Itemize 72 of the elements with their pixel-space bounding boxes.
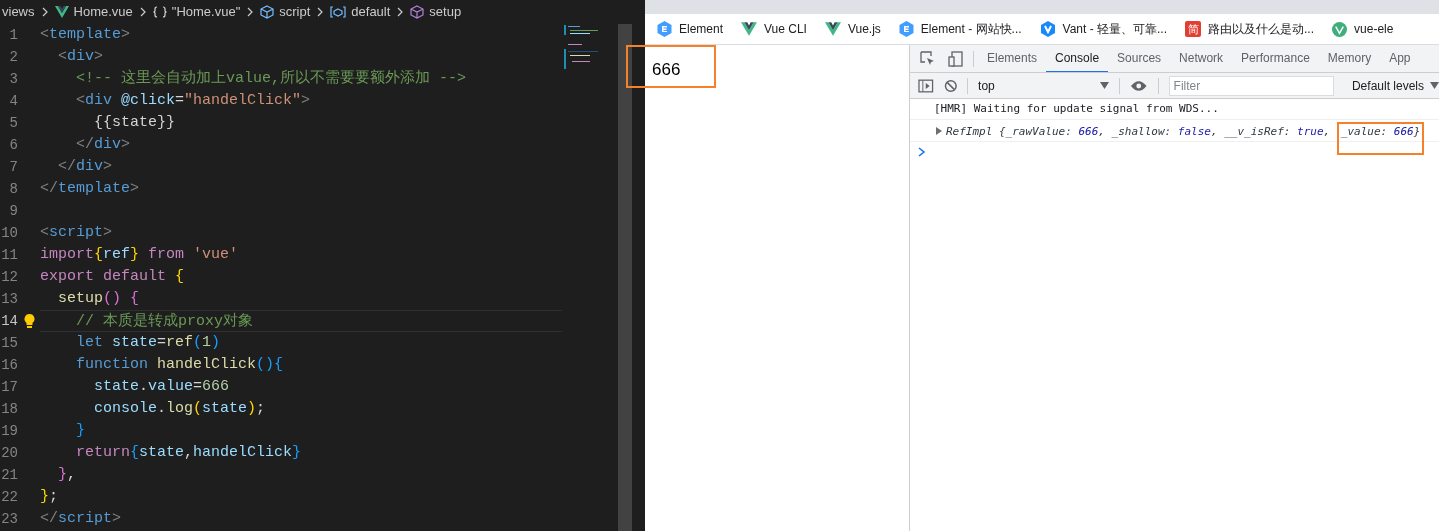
code-line: </template> — [40, 179, 141, 199]
code-line: state.value=666 — [93, 377, 231, 397]
code-line: setup() { — [57, 289, 141, 309]
breadcrumb-item[interactable]: setup — [410, 2, 462, 22]
code-line: } — [75, 421, 86, 441]
line-number: 17 — [0, 377, 18, 397]
bookmark[interactable]: Element - 网站快... — [898, 20, 1022, 38]
bookmark[interactable]: Vue.js — [824, 20, 881, 38]
line-number: 13 — [0, 289, 18, 309]
breadcrumb-item[interactable]: "Home.vue" — [152, 2, 241, 22]
line-number: 18 — [0, 399, 18, 419]
devtools-tab[interactable]: Performance — [1232, 45, 1319, 72]
line-number: 19 — [0, 421, 18, 441]
page-value: 666 — [652, 59, 681, 81]
bookmark[interactable]: Vue CLI — [741, 20, 807, 38]
line-number: 12 — [0, 267, 18, 287]
devtools-tab[interactable]: App — [1380, 45, 1420, 72]
line-number: 9 — [8, 201, 18, 221]
bookmark[interactable]: Vant - 轻量、可靠... — [1039, 20, 1167, 38]
highlight-box: _value: 666} — [1336, 122, 1425, 155]
line-number: 14 — [0, 311, 18, 331]
devtools-tab[interactable]: Sources — [1108, 45, 1171, 72]
line-number: 11 — [0, 245, 18, 265]
code-line: {{state}} — [93, 113, 177, 133]
devtools-tab[interactable]: Memory — [1318, 45, 1381, 72]
line-number: 20 — [0, 443, 18, 463]
breadcrumb-item[interactable]: default — [330, 2, 391, 22]
bookmark[interactable]: Element — [657, 20, 724, 38]
line-number: 2 — [8, 47, 18, 67]
letter-icon: 简 — [1185, 21, 1201, 37]
line-number: 4 — [8, 91, 18, 111]
code-line: console.log(state); — [93, 399, 267, 419]
code-line: function handelClick(){ — [75, 355, 285, 375]
bookmark[interactable]: vue-ele — [1332, 20, 1394, 38]
code-line: </script> — [40, 509, 123, 529]
breadcrumb-item[interactable]: Home.vue — [54, 2, 133, 22]
code-line: <div> — [57, 47, 105, 67]
line-number: 6 — [8, 135, 18, 155]
line-number: 15 — [0, 333, 18, 353]
line-number: 7 — [8, 157, 18, 177]
line-number: 23 — [0, 509, 18, 529]
code-line: <div @click="handelClick"> — [75, 91, 312, 111]
line-number: 1 — [8, 25, 18, 45]
devtools-tab[interactable]: Elements — [978, 45, 1047, 72]
code-line: </div> — [57, 157, 114, 177]
breadcrumb-item[interactable]: script — [260, 2, 311, 22]
bookmark[interactable]: 简 路由以及什么是动... — [1185, 20, 1315, 38]
code-line: return{state,handelClick} — [75, 443, 303, 463]
line-number: 5 — [8, 113, 18, 133]
code-line: }, — [57, 465, 78, 485]
context-select[interactable]: top — [978, 76, 1110, 95]
console-message: [HMR] Waiting for update signal from WDS... — [934, 100, 1219, 117]
line-number: 3 — [8, 69, 18, 89]
code-line: export default { — [40, 267, 186, 287]
code-line: import{ref} from 'vue' — [40, 245, 240, 265]
line-number: 21 — [0, 465, 18, 485]
code-line: <template> — [40, 25, 132, 45]
filter-field[interactable]: Filter — [1168, 75, 1334, 96]
code-line: <!-- 这里会自动加上value,所以不需要要额外添加 --> — [75, 68, 468, 89]
line-number: 10 — [0, 223, 18, 243]
levels-dropdown[interactable]: Default levels — [1351, 76, 1439, 95]
breadcrumb-item[interactable]: views — [2, 2, 35, 22]
code-line: }; — [40, 487, 60, 507]
code-line: </div> — [75, 135, 132, 155]
line-number: 22 — [0, 487, 18, 507]
console-object[interactable]: RefImpl {_rawValue: 666, _shallow: false, __v_isRef: true, _value: 666} — [946, 124, 1425, 155]
code-line: let state=ref(1) — [75, 333, 222, 353]
devtools-tab[interactable]: Network — [1170, 45, 1233, 72]
code-line: <script> — [40, 223, 114, 243]
line-number: 16 — [0, 355, 18, 375]
code-line: // 本质是转成proxy对象 — [40, 310, 562, 332]
line-number: 8 — [8, 179, 18, 199]
